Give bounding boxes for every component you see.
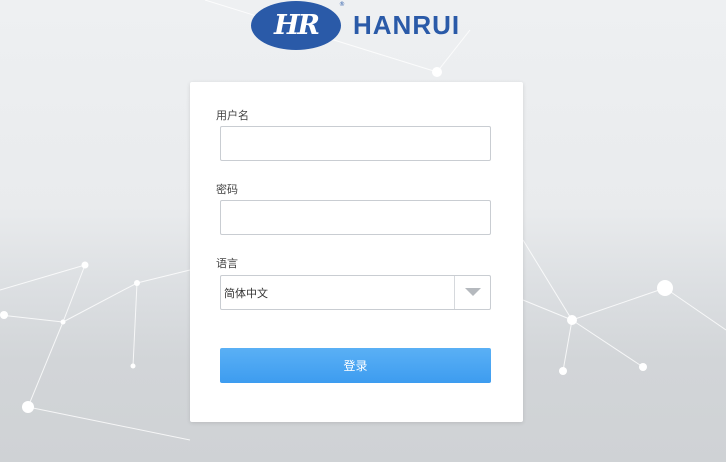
language-select[interactable]: 简体中文 [220, 275, 491, 310]
dropdown-toggle[interactable] [454, 276, 490, 309]
chevron-down-icon [464, 288, 481, 296]
password-input[interactable] [220, 200, 491, 235]
username-label: 用户名 [216, 109, 249, 122]
registered-mark: ® [339, 0, 345, 8]
logo-monogram: HR [274, 9, 320, 41]
login-button[interactable]: 登录 [220, 348, 491, 383]
login-card: 用户名 密码 语言 简体中文 登录 [190, 82, 523, 422]
language-label: 语言 [216, 257, 238, 270]
language-selected-value: 简体中文 [224, 286, 268, 300]
username-input[interactable] [220, 126, 491, 161]
password-label: 密码 [216, 183, 238, 196]
logo-emblem: HR ® [251, 0, 345, 50]
brand-name: HANRUI [353, 9, 461, 40]
brand-logo: HR ® HANRUI [251, 0, 460, 50]
